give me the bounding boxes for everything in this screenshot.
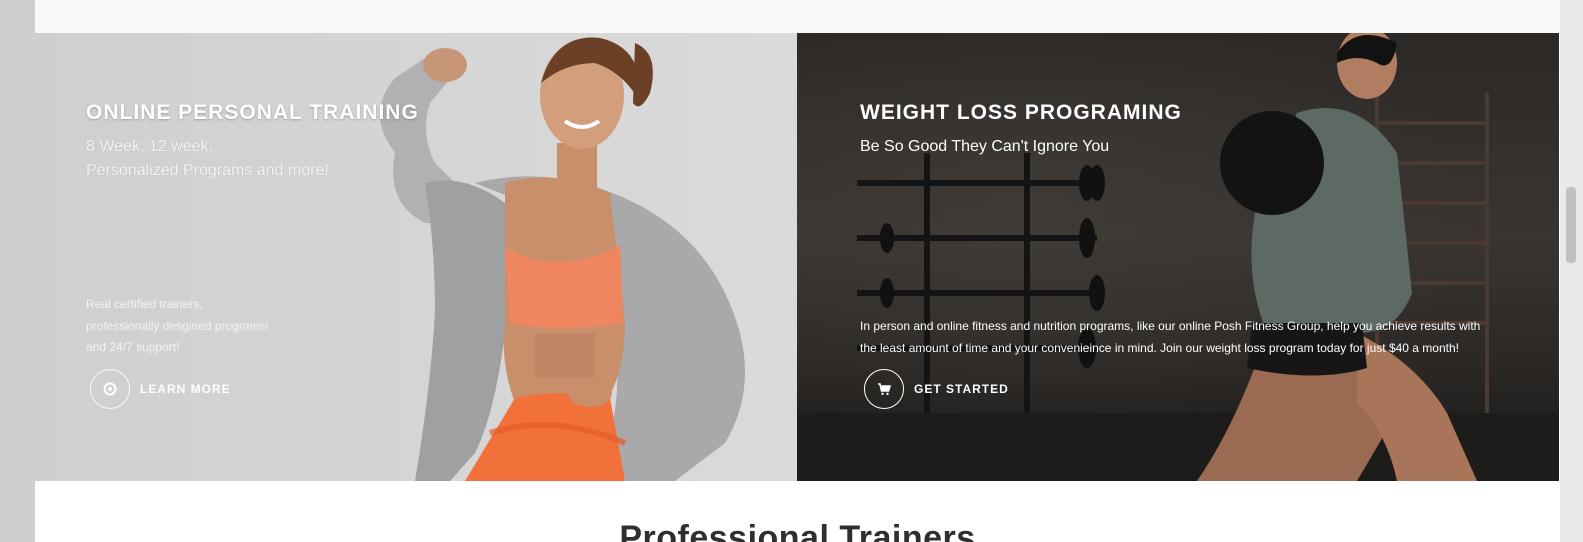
weight-loss-panel: WEIGHT LOSS PROGRAMING Be So Good They C… bbox=[797, 33, 1559, 481]
button-label: LEARN MORE bbox=[140, 382, 231, 396]
learn-more-button[interactable]: LEARN MORE bbox=[90, 369, 231, 409]
subtitle-line: 8 Week, 12 week, bbox=[86, 138, 213, 155]
get-started-button[interactable]: GET STARTED bbox=[864, 369, 1009, 409]
panel-title: ONLINE PERSONAL TRAINING bbox=[86, 101, 419, 124]
description-line: and 24/7 support! bbox=[86, 340, 180, 354]
panel-title: WEIGHT LOSS PROGRAMING bbox=[860, 101, 1182, 124]
description-line: Real certified trainers, bbox=[86, 297, 203, 311]
panel-subtitle: Be So Good They Can't Ignore You bbox=[860, 138, 1110, 155]
panel-subtitle: 8 Week, 12 week, Personalized Programs a… bbox=[86, 135, 329, 183]
page: ONLINE PERSONAL TRAINING 8 Week, 12 week… bbox=[35, 0, 1560, 542]
button-label: GET STARTED bbox=[914, 382, 1009, 396]
target-icon bbox=[90, 369, 130, 409]
panel-description: In person and online fitness and nutriti… bbox=[860, 319, 1481, 355]
panel-description: Real certified trainers, professionally … bbox=[86, 294, 306, 359]
description-line: professionally desgined programs! bbox=[86, 318, 269, 333]
subtitle-line: Personalized Programs and more! bbox=[86, 162, 329, 179]
top-strip bbox=[35, 0, 1560, 33]
cart-icon bbox=[864, 369, 904, 409]
scrollbar-thumb[interactable] bbox=[1566, 187, 1576, 263]
page-scrollbar[interactable] bbox=[1560, 0, 1583, 542]
section-heading: Professional Trainers bbox=[619, 519, 976, 542]
online-training-panel: ONLINE PERSONAL TRAINING 8 Week, 12 week… bbox=[35, 33, 797, 481]
